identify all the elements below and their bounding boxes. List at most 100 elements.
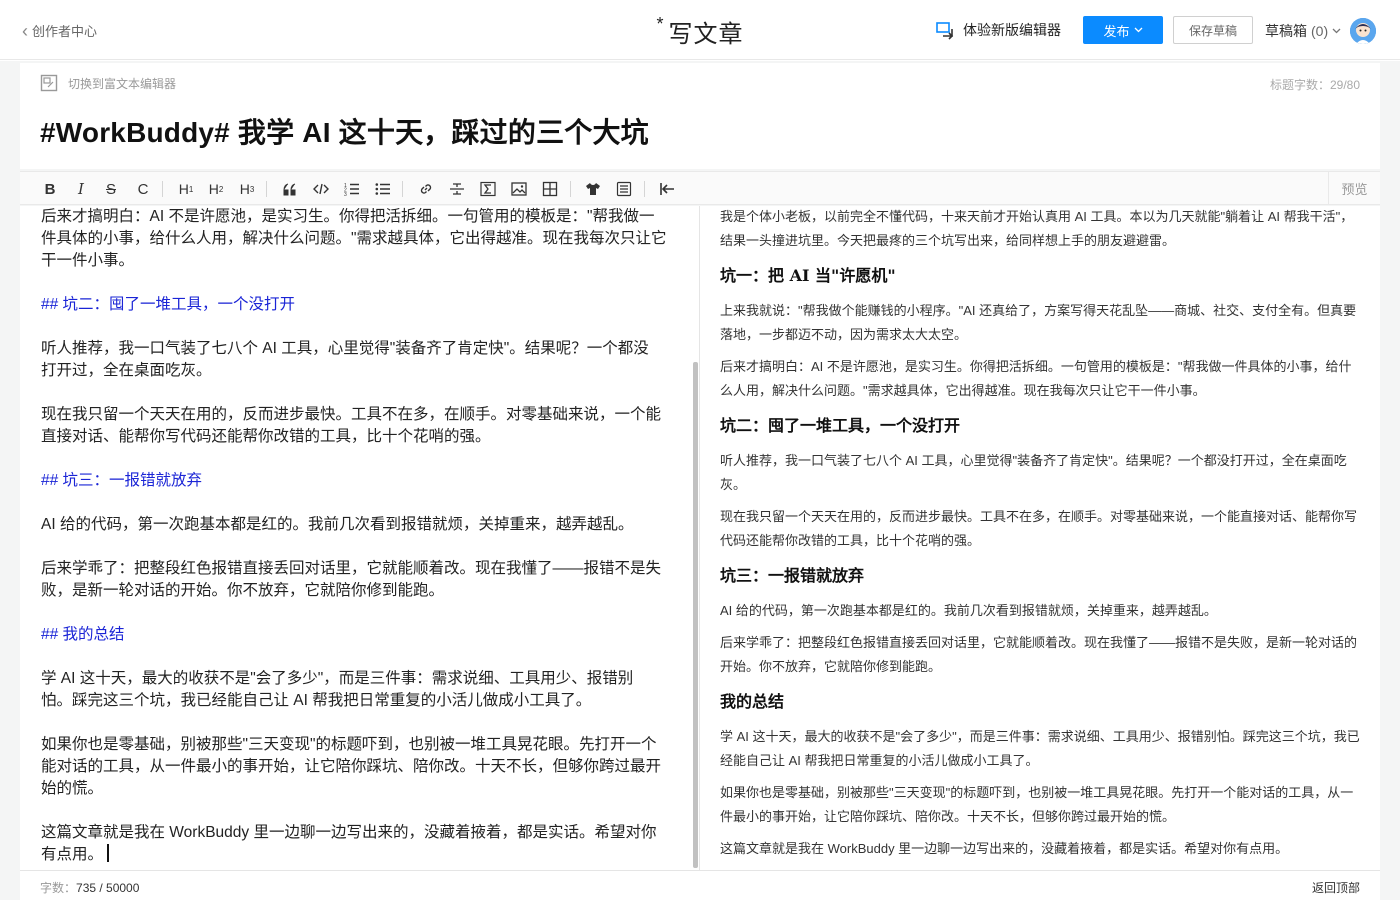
- editor-text-line: 直接对话、能帮你写代码还能帮你改错的工具，比十个花哨的强。: [41, 428, 491, 445]
- editor-text-line: 败，是新一轮对话的开始。你不放弃，它就陪你修到能跑。: [41, 582, 445, 599]
- switch-editor-icon: [936, 22, 954, 40]
- title-char-count: 标题字数：29/80: [1269, 78, 1360, 92]
- svg-text:3: 3: [344, 192, 347, 197]
- link-icon: [420, 184, 432, 194]
- avatar-image: [1350, 18, 1376, 44]
- markdown-editor[interactable]: 后来才搞明白：AI 不是许愿池，是实习生。你得把活拆细。一句管用的模板是："帮我…: [20, 206, 700, 870]
- editor-text-line: 如果你也是零基础，别被那些"三天变现"的标题吓到，也别被一堆工具晃花眼。先打开一…: [41, 736, 657, 753]
- horizontal-rule-icon: [450, 183, 464, 195]
- preview-paragraph: 听人推荐，我一口气装了七八个 AI 工具，心里觉得"装备齐了肯定快"。结果呢？一…: [720, 453, 1347, 492]
- user-avatar[interactable]: [1350, 18, 1376, 44]
- editor-blank-line: [41, 536, 691, 558]
- bold-button[interactable]: B: [40, 179, 60, 199]
- word-count-label: 字数：: [40, 881, 77, 895]
- heading2-button[interactable]: H2: [206, 179, 226, 199]
- heading3-letter: H: [239, 181, 250, 197]
- preview-paragraph: 上来我就说："帮我做个能赚钱的小程序。"AI 还真给了，方案写得天花乱坠——商城…: [720, 303, 1357, 342]
- editor-text-line: AI 给的代码，第一次跑基本都是红的。我前几次看到报错就烦，关掉重来，越弄越乱。: [41, 516, 634, 533]
- collapse-preview-button[interactable]: [657, 179, 677, 199]
- preview-tab[interactable]: 预览: [1328, 172, 1380, 204]
- chevron-down-icon: [1134, 27, 1142, 33]
- heading2-level: 2: [218, 184, 224, 194]
- back-to-top-link[interactable]: 返回顶部: [1312, 879, 1360, 896]
- strikethrough-button[interactable]: S: [101, 179, 121, 199]
- preview-paragraph: 如果你也是零基础，别被那些"三天变现"的标题吓到，也别被一堆工具晃花眼。先打开一…: [720, 785, 1354, 824]
- italic-button[interactable]: I: [71, 179, 91, 199]
- toolbar-divider: [162, 181, 163, 197]
- heading3-button[interactable]: H3: [237, 179, 257, 199]
- ordered-list-icon: 123: [344, 183, 359, 197]
- preview-paragraph: 现在我只留一个天天在用的，反而进步最快。工具不在多，在顺手。对零基础来说，一个能…: [720, 509, 1358, 548]
- switch-to-rich-editor-button[interactable]: 切换到富文本编辑器: [40, 74, 176, 92]
- toolbar-divider: [266, 181, 267, 197]
- text-cursor: [107, 844, 110, 862]
- toolbar-divider: [644, 181, 645, 197]
- ordered-list-button[interactable]: 123: [342, 179, 362, 199]
- heading2-letter: H: [208, 181, 219, 197]
- unordered-list-button[interactable]: [373, 179, 393, 199]
- image-button[interactable]: [509, 179, 529, 199]
- table-of-contents-button[interactable]: [614, 179, 634, 199]
- link-button[interactable]: [416, 179, 436, 199]
- preview-heading: 坑二：囤了一堆工具，一个没打开: [720, 416, 961, 435]
- editor-text-line: 后来才搞明白：AI 不是许愿池，是实习生。你得把活拆细。一句管用的模板是："帮我…: [41, 208, 655, 225]
- drafts-count: (0): [1311, 23, 1329, 39]
- editor-footer: 字数：735 / 50000 返回顶部: [20, 870, 1380, 900]
- try-new-editor-button[interactable]: 体验新版编辑器: [935, 20, 1061, 40]
- preview-pane: 我是个体小老板，以前完全不懂代码，十来天前才开始认真用 AI 工具。本以为几天就…: [700, 206, 1380, 870]
- drafts-label: 草稿箱: [1265, 23, 1307, 39]
- preview-paragraph: 学 AI 这十天，最大的收获不是"会了多少"，而是三件事：需求说细、工具用少、报…: [720, 729, 1360, 768]
- word-count: 字数：735 / 50000: [40, 879, 139, 896]
- drafts-dropdown[interactable]: 草稿箱 (0): [1265, 21, 1341, 41]
- switch-rich-label: 切换到富文本编辑器: [68, 76, 177, 91]
- editor-text-line: 现在我只留一个天天在用的，反而进步最快。工具不在多，在顺手。对零基础来说，一个能: [41, 406, 662, 423]
- heading1-letter: H: [178, 181, 189, 197]
- code-button[interactable]: [311, 179, 331, 199]
- editor-heading-line: ## 坑二：囤了一堆工具，一个没打开: [41, 296, 296, 313]
- editor-scrollbar-thumb[interactable]: [693, 362, 698, 868]
- code-icon: [313, 183, 329, 195]
- publish-button[interactable]: 发布: [1083, 16, 1163, 44]
- preview-paragraph: 这篇文章就是我在 WorkBuddy 里一边聊一边写出来的，没藏着掖着，都是实话…: [720, 841, 1289, 856]
- chevron-down-icon: [1332, 28, 1341, 34]
- editor-text-line: 始的慌。: [41, 780, 104, 797]
- preview-content: 我是个体小老板，以前完全不懂代码，十来天前才开始认真用 AI 工具。本以为几天就…: [720, 206, 1360, 869]
- toolbar-divider: [402, 181, 403, 197]
- quote-button[interactable]: [280, 179, 300, 199]
- editor-heading-line: ## 我的总结: [41, 626, 125, 643]
- article-title-input[interactable]: #WorkBuddy# 我学 AI 这十天，踩过的三个大坑: [40, 111, 649, 151]
- try-new-editor-label: 体验新版编辑器: [963, 22, 1061, 38]
- editor-blank-line: [41, 382, 691, 404]
- editor-blank-line: [41, 316, 691, 338]
- editor-heading-line: ## 坑三：一报错就放弃: [41, 472, 203, 489]
- toolbar-divider: [570, 181, 571, 197]
- heading1-button[interactable]: H1: [176, 179, 196, 199]
- collapse-left-icon: [660, 183, 674, 195]
- editor-blank-line: [41, 448, 691, 470]
- page-title-text: 写文章: [668, 21, 744, 48]
- formula-button[interactable]: [478, 179, 498, 199]
- title-card: 切换到富文本编辑器 标题字数：29/80 #WorkBuddy# 我学 AI 这…: [20, 63, 1380, 169]
- editor-text-line: 听人推荐，我一口气装了七八个 AI 工具，心里觉得"装备齐了肯定快"。结果呢？一…: [41, 340, 649, 357]
- table-button[interactable]: [540, 179, 560, 199]
- document-icon: [616, 181, 632, 197]
- editor-text-line: 件具体的小事，给什么人用，解决什么问题。"需求越具体，它出得越准。现在我每次只让…: [41, 230, 667, 247]
- heading1-level: 1: [188, 184, 194, 194]
- word-count-value: 735 / 50000: [76, 881, 140, 895]
- formula-icon: [480, 181, 496, 197]
- preview-paragraph: 后来学乖了：把整段红色报错直接丢回对话里，它就能顺着改。现在我懂了——报错不是失…: [720, 635, 1358, 674]
- preview-heading: 坑一：把 AI 当"许愿机": [720, 266, 896, 285]
- divider-line-button[interactable]: [447, 179, 467, 199]
- editor-text-line: 怕。踩完这三个坑，我已经能自己让 AI 帮我把日常重复的小活儿做成小工具了。: [41, 692, 592, 709]
- heading3-level: 3: [249, 184, 255, 194]
- editor-text-line: 这篇文章就是我在 WorkBuddy 里一边聊一边写出来的，没藏着掖着，都是实话…: [41, 824, 657, 841]
- editor-blank-line: [41, 492, 691, 514]
- editor-text-line: 能对话的工具，从一件最小的事开始，让它陪你踩坑、陪你改。十天不长，但够你跨过最开: [41, 758, 662, 775]
- editor-text-line: 打开过，全在桌面吃灰。: [41, 362, 212, 379]
- theme-button[interactable]: [583, 179, 603, 199]
- editor-text-line: 干一件小事。: [41, 252, 135, 269]
- preview-paragraph: AI 给的代码，第一次跑基本都是红的。我前几次看到报错就烦，关掉重来，越弄越乱。: [720, 603, 1217, 618]
- preview-paragraph: 后来才搞明白：AI 不是许愿池，是实习生。你得把活拆细。一句管用的模板是："帮我…: [720, 359, 1352, 398]
- save-draft-button[interactable]: 保存草稿: [1173, 16, 1253, 44]
- clear-format-button[interactable]: C: [133, 179, 153, 199]
